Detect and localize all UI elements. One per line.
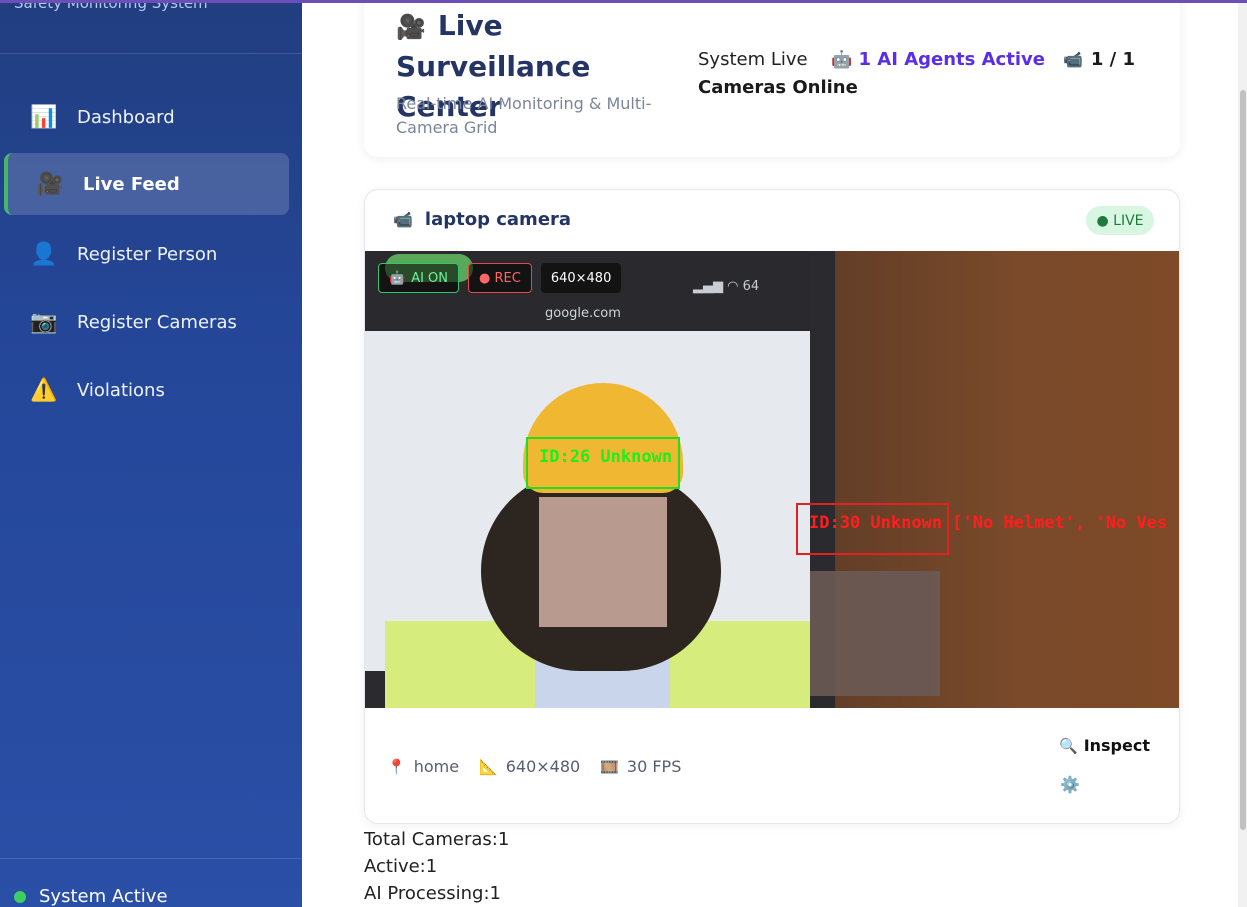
camera-feed[interactable]: ▂▄▆ ◠ 64 google.com ID:26 Unknown ID:30 …	[365, 251, 1179, 708]
inspect-button[interactable]: 🔍 Inspect	[1059, 736, 1150, 755]
settings-button[interactable]: ⚙️	[1060, 775, 1080, 794]
sidebar-item-violations[interactable]: ⚠️ Violations	[4, 359, 289, 421]
camera-stats: Total Cameras:1 Active:1 AI Processing:1	[364, 826, 509, 907]
camera-meta: 📍 home 📐 640×480 🎞️ 30 FPS	[387, 757, 701, 776]
system-status-label: System Active	[39, 886, 168, 907]
status-dot-icon	[14, 890, 26, 903]
scrollbar-thumb[interactable]	[1240, 90, 1246, 830]
detection-label-compliant: ID:26 Unknown	[539, 447, 673, 467]
stat-total-cameras: Total Cameras:1	[364, 829, 510, 850]
video-camera-icon: 🎥	[396, 13, 426, 41]
ai-on-badge: 🤖 AI ON	[378, 263, 460, 293]
camera-icon: 📷	[30, 309, 58, 335]
feed-tags: 🤖 AI ON ● REC 640×480	[378, 263, 622, 293]
feed-phone-url: google.com	[545, 306, 621, 321]
resolution-badge: 640×480	[540, 263, 622, 293]
sidebar: Safety Monitoring System 📊 Dashboard 🎥 L…	[0, 0, 302, 907]
live-badge: ● LIVE	[1086, 206, 1154, 235]
film-icon: 🎞️	[600, 757, 619, 776]
sidebar-divider	[0, 53, 302, 54]
camera-name: laptop camera	[424, 209, 572, 230]
warning-icon: ⚠️	[30, 377, 58, 403]
face-blur-2	[810, 571, 940, 696]
camera-location-label: home	[413, 757, 460, 776]
camera-card-header: 📹 laptop camera	[393, 209, 571, 230]
stat-ai-processing: AI Processing:1	[364, 883, 501, 904]
ai-agents-status: 🤖 1 AI Agents Active	[831, 49, 1045, 70]
cameras-count: 1 / 1	[1090, 49, 1136, 70]
robot-icon: 🤖	[389, 270, 406, 286]
header-card: 🎥 Live Surveillance Center Real-time AI M…	[364, 0, 1180, 157]
system-status: System Active	[14, 886, 168, 907]
video-camera-icon: 🎥	[36, 171, 64, 197]
sidebar-item-register-cameras[interactable]: 📷 Register Cameras	[4, 291, 289, 353]
top-border	[0, 0, 1247, 3]
sidebar-item-label: Register Cameras	[77, 311, 237, 333]
bar-chart-icon: 📊	[30, 104, 58, 130]
rec-badge: ● REC	[468, 263, 532, 293]
camera-resolution: 📐 640×480	[479, 757, 580, 776]
sidebar-divider	[0, 858, 302, 859]
page-subtitle: Real-time AI Monitoring & Multi-Camera G…	[396, 94, 652, 137]
sidebar-item-label: Violations	[77, 379, 165, 401]
cameras-online-label: Cameras Online	[698, 77, 858, 98]
camera-location: 📍 home	[387, 757, 459, 776]
sidebar-item-register-person[interactable]: 👤 Register Person	[4, 223, 289, 285]
robot-icon: 🤖	[831, 50, 853, 70]
cctv-icon: 📹	[393, 210, 413, 229]
person-icon: 👤	[30, 241, 58, 267]
detection-label-violation: ID:30 Unknown ['No Helmet', 'No Ves	[809, 513, 1168, 533]
pin-icon: 📍	[387, 757, 406, 776]
gear-icon: ⚙️	[1060, 775, 1080, 794]
sidebar-item-dashboard[interactable]: 📊 Dashboard	[4, 86, 289, 148]
inspect-label: Inspect	[1083, 736, 1150, 755]
stat-active: Active:1	[364, 856, 438, 877]
ai-on-label: AI ON	[411, 270, 449, 286]
sidebar-item-label: Dashboard	[77, 106, 175, 128]
header-status: System Live 🤖 1 AI Agents Active 📹 1 / 1 Ca…	[698, 46, 1168, 101]
ai-agents-label: 1 AI Agents Active	[858, 49, 1045, 70]
system-live-text: System Live	[698, 49, 808, 70]
feed-phone-signal: ▂▄▆ ◠ 64	[693, 279, 760, 294]
camera-fps-label: 30 FPS	[626, 757, 682, 776]
cctv-icon: 📹	[1062, 50, 1083, 69]
sidebar-item-live-feed[interactable]: 🎥 Live Feed	[4, 153, 289, 215]
camera-card: 📹 laptop camera ● LIVE ▂▄▆ ◠ 64 google.c…	[364, 189, 1180, 824]
magnifier-icon: 🔍	[1059, 736, 1078, 755]
sidebar-item-label: Live Feed	[83, 173, 180, 195]
sidebar-item-label: Register Person	[77, 243, 218, 265]
ruler-icon: 📐	[479, 757, 498, 776]
face-blur-1	[539, 497, 667, 627]
camera-resolution-label: 640×480	[505, 757, 581, 776]
camera-fps: 🎞️ 30 FPS	[600, 757, 681, 776]
